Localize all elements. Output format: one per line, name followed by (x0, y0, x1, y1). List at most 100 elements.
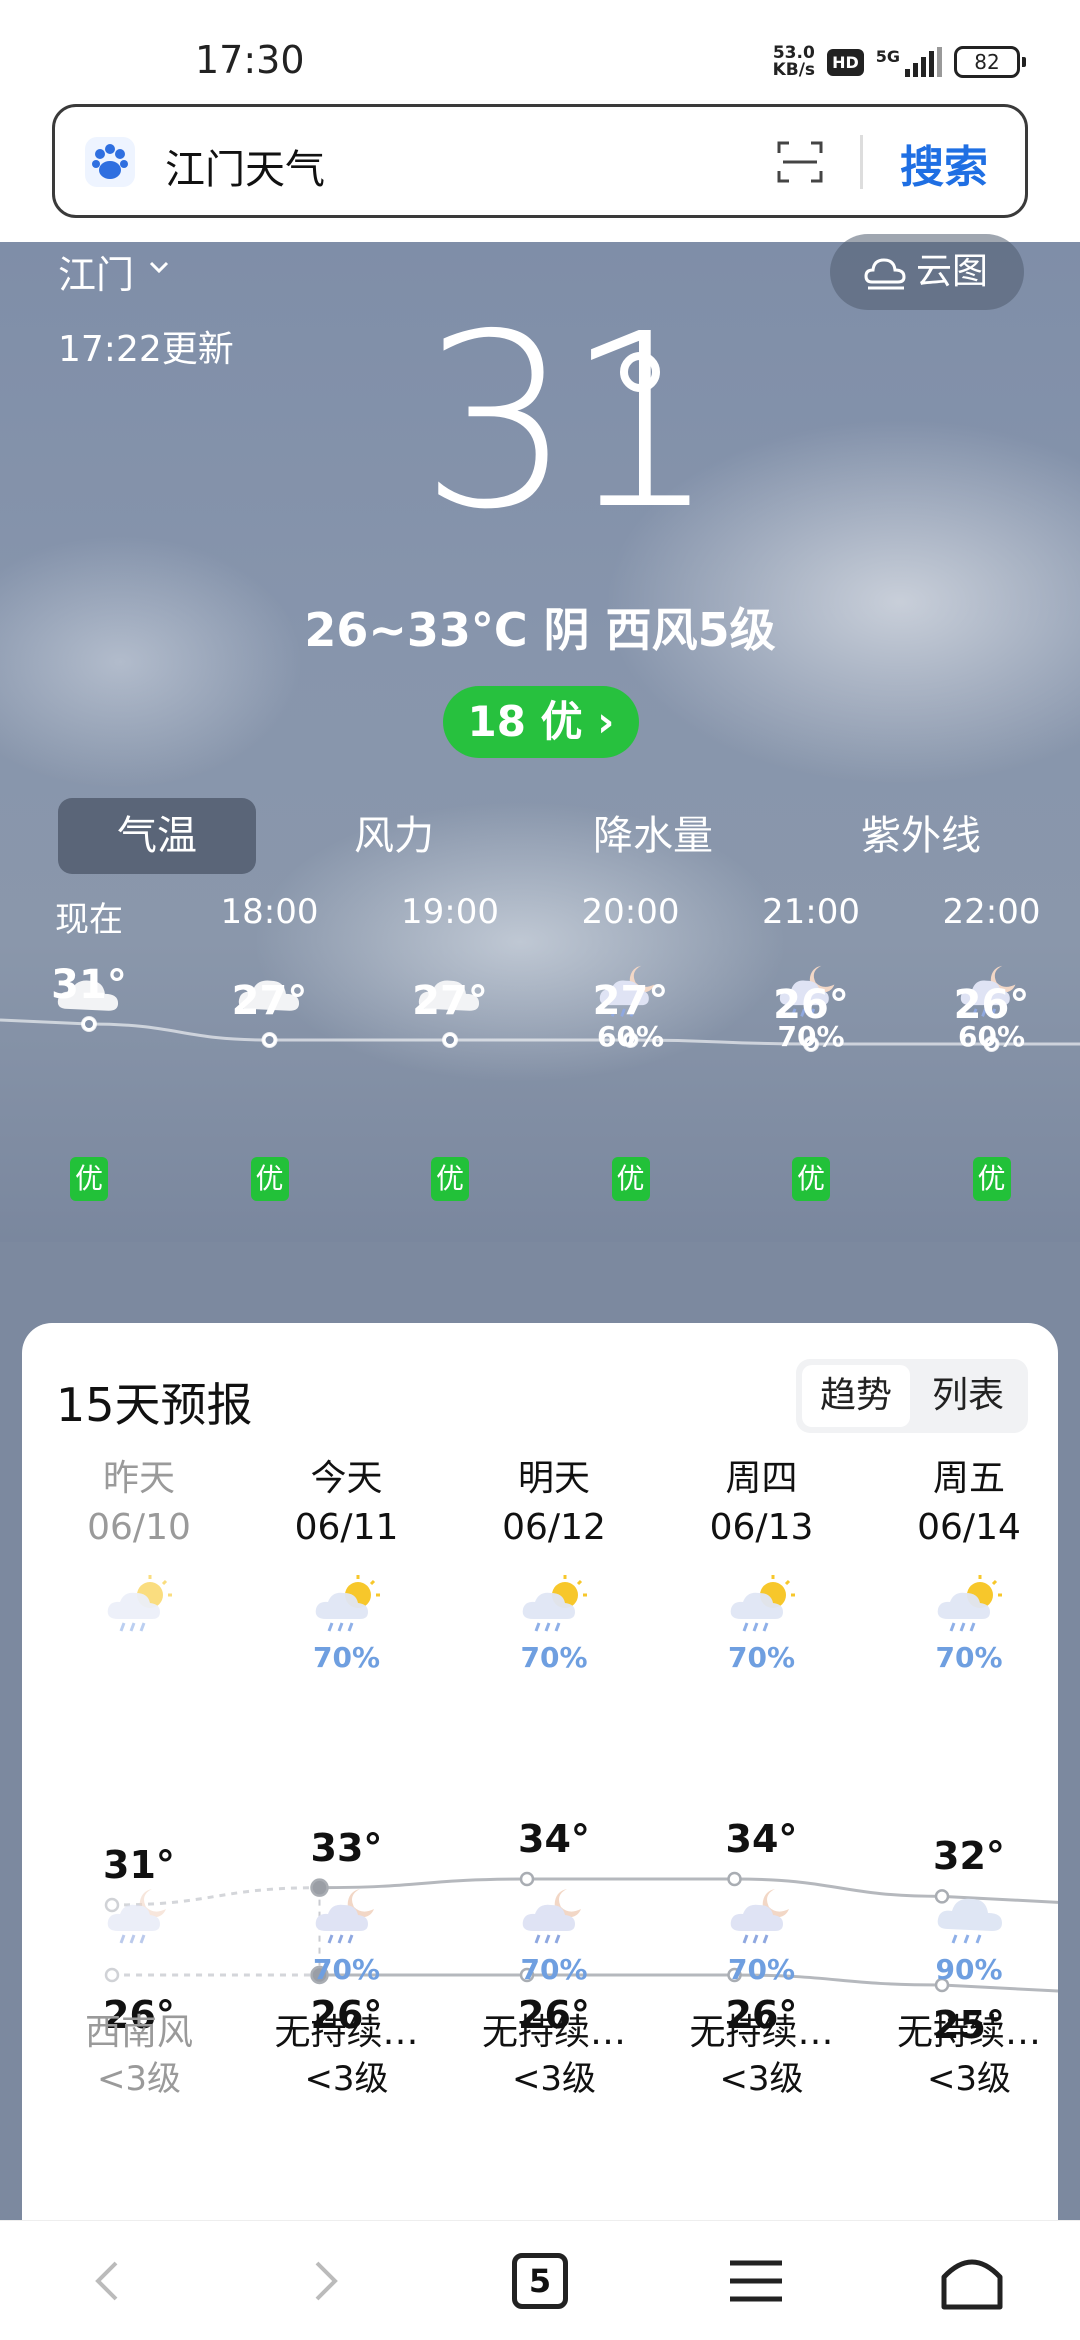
hourly-item: 22:00 60% 26° 优 (917, 892, 1067, 1201)
hourly-time: 18:00 (220, 892, 319, 932)
hourly-temp-label: 26° (953, 982, 1030, 1028)
update-time: 17:22更新 (58, 329, 234, 370)
hourly-item: 现在 31° 优 (14, 892, 164, 1201)
hourly-item: 21:00 70% 26° 优 (736, 892, 886, 1201)
day-date: 06/14 (917, 1507, 1021, 1548)
hourly-temp-label: 31° (51, 962, 127, 1008)
search-bar[interactable]: 江门天气 搜索 (52, 104, 1028, 218)
weather-hero: 江门 17:22更新 云图 31 26~33°C 阴 西风5级 18 优 › 气… (0, 234, 1080, 1242)
day-name: 昨天 (102, 1458, 175, 1499)
hourly-temp-point-center (265, 1036, 274, 1044)
hourly-item: 19:00 27° 优 (375, 892, 525, 1201)
hourly-time: 现在 (55, 900, 123, 940)
back-icon[interactable] (68, 2241, 148, 2321)
menu-icon[interactable] (716, 2241, 796, 2321)
sun-rain-icon (937, 1575, 1002, 1632)
degree-symbol (620, 352, 660, 392)
hourly-time: 21:00 (762, 892, 860, 932)
day-high-temp: 32° (933, 1834, 1005, 1879)
day-high-temp: 33° (310, 1825, 383, 1870)
night-rain-icon (730, 1889, 789, 1944)
hourly-time: 19:00 (401, 892, 499, 932)
wind-level: <3级 (511, 2059, 597, 2099)
status-bar: 17:30 53.0 KB/s HD 5G 82 (0, 0, 1080, 100)
wind-direction: 西南风 (84, 2012, 193, 2053)
hourly-aqi-badge: 优 (250, 1157, 289, 1201)
hourly-item: 20:00 60% 27° 优 (556, 892, 706, 1201)
night-precip-chance: 90% (935, 1953, 1003, 1986)
day-name: 周四 (725, 1458, 798, 1499)
day-name: 明天 (517, 1458, 590, 1499)
search-input[interactable]: 江门天气 (165, 137, 325, 195)
wind-direction: 无持续… (481, 2012, 626, 2053)
home-icon[interactable] (932, 2241, 1012, 2321)
search-area: 江门天气 搜索 (0, 100, 1080, 242)
hourly-aqi-badge: 优 (70, 1157, 108, 1201)
hourly-temp-label: 27° (592, 978, 669, 1024)
hourly-aqi-badge: 优 (792, 1157, 830, 1201)
wind-direction: 无持续… (689, 2012, 834, 2053)
hourly-time: 22:00 (942, 892, 1041, 932)
city-selector[interactable]: 江门 (58, 244, 134, 299)
hourly-aqi-badge: 优 (431, 1157, 469, 1201)
sun-rain-icon (107, 1575, 172, 1632)
hourly-tabs: 气温 风力 降水量 紫外线 (58, 798, 1018, 874)
tab-precipitation[interactable]: 降水量 (578, 798, 728, 874)
hourly-temp-point-center (446, 1036, 454, 1044)
hourly-forecast: 现在 31° 优 18:00 27° 优 19:00 27° 优 20:00 60% 27° 优 21:0… (0, 892, 1080, 1232)
hourly-time: 20:00 (581, 892, 680, 932)
day-date: 06/12 (502, 1507, 606, 1548)
browser-bottom-nav: 5 (0, 2220, 1080, 2340)
aqi-button[interactable]: 18 优 › (443, 686, 639, 758)
high-temp-point (519, 1871, 535, 1887)
hourly-temp-label: 27° (231, 978, 308, 1024)
forecast-card: 15天预报 趋势 列表 昨天 06/10 31° 26° 西南风 <3级 今天 06/11 70… (22, 1323, 1058, 2340)
night-precip-chance: 70% (312, 1953, 381, 1986)
night-rain-icon (522, 1889, 581, 1944)
forward-icon[interactable] (285, 2241, 365, 2321)
hourly-aqi-badge: 优 (972, 1157, 1011, 1201)
day-name: 今天 (310, 1458, 383, 1499)
tabs-button[interactable]: 5 (500, 2241, 580, 2321)
day-precip-chance: 70% (520, 1641, 588, 1674)
hourly-item: 18:00 27° 优 (195, 892, 345, 1201)
wind-level: <3级 (304, 2059, 389, 2099)
day-precip-chance: 70% (727, 1641, 796, 1674)
hourly-precip-chance: 60% (596, 1020, 665, 1053)
day-name: 周五 (932, 1458, 1005, 1499)
night-precip-chance: 70% (727, 1953, 796, 1986)
search-divider (860, 135, 863, 189)
hourly-temp-curve (0, 1016, 1080, 1052)
signal-icon: 5G (876, 47, 942, 77)
tab-count: 5 (512, 2253, 568, 2309)
hourly-aqi-badge: 优 (611, 1157, 650, 1201)
day-date: 06/11 (294, 1507, 399, 1548)
cloud-map-icon (864, 258, 906, 290)
status-time: 17:30 (195, 38, 305, 82)
battery-icon: 82 (954, 46, 1026, 78)
scan-icon[interactable] (775, 137, 825, 187)
wind-direction: 无持续… (274, 2012, 419, 2053)
night-rain-icon (107, 1889, 166, 1944)
network-speed: 53.0 KB/s (772, 43, 816, 80)
day-high-temp: 34° (725, 1817, 798, 1861)
sun-rain-icon (522, 1575, 587, 1632)
wind-level: <3级 (96, 2059, 182, 2099)
day-date: 06/10 (87, 1507, 191, 1548)
tab-uv[interactable]: 紫外线 (846, 798, 996, 874)
chevron-down-icon[interactable] (148, 256, 170, 278)
tab-temperature[interactable]: 气温 (58, 798, 256, 874)
sun-rain-icon (730, 1575, 795, 1632)
cloud-map-button[interactable]: 云图 (830, 234, 1024, 310)
day-precip-chance: 70% (312, 1641, 381, 1674)
hd-icon: HD (827, 48, 864, 76)
wind-direction: 无持续… (896, 2012, 1041, 2053)
wind-level: <3级 (719, 2059, 804, 2099)
cloud-map-label: 云图 (916, 251, 989, 292)
tab-wind[interactable]: 风力 (314, 798, 474, 874)
sun-rain-icon (315, 1575, 380, 1632)
day-high-temp: 34° (518, 1817, 590, 1861)
search-button[interactable]: 搜索 (900, 131, 988, 195)
day-date: 06/13 (709, 1507, 814, 1548)
night-precip-chance: 70% (520, 1953, 588, 1986)
